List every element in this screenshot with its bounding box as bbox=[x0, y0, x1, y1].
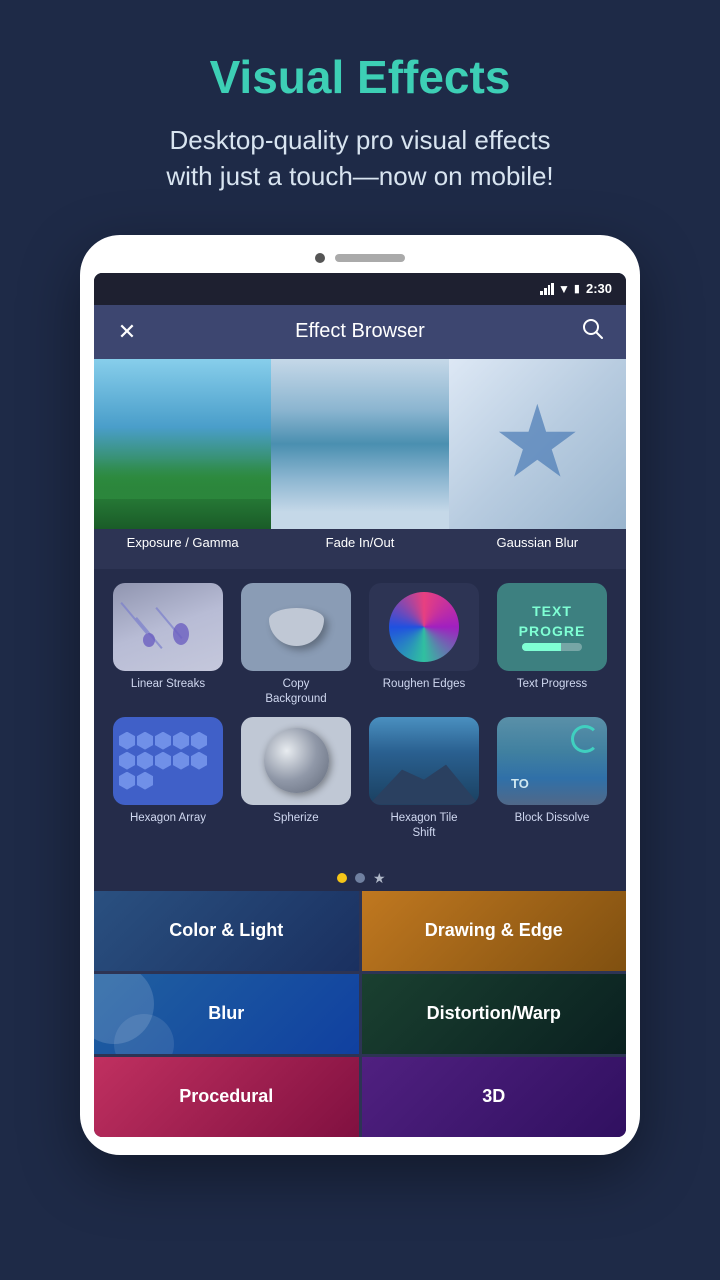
effect-spherize[interactable]: Spherize bbox=[237, 717, 355, 841]
effect-copy-background[interactable]: CopyBackground bbox=[237, 583, 355, 707]
signal-bar-3 bbox=[548, 285, 551, 295]
effect-label-spherize: Spherize bbox=[273, 811, 318, 826]
promo-section: Visual Effects Desktop-quality pro visua… bbox=[0, 0, 720, 225]
star-decoration bbox=[497, 404, 577, 484]
pagination-dots: ★ bbox=[94, 865, 626, 891]
category-grid: Color & Light Drawing & Edge Blur Distor… bbox=[94, 891, 626, 1137]
pagination-dot-1[interactable] bbox=[337, 873, 347, 883]
battery-icon: ▮ bbox=[574, 282, 580, 295]
header-title: Effect Browser bbox=[295, 320, 425, 343]
thumb-fade bbox=[271, 359, 448, 529]
status-icons: ▼ ▮ bbox=[540, 282, 580, 296]
effect-linear-streaks[interactable]: Linear Streaks bbox=[109, 583, 227, 707]
category-drawing-edge[interactable]: Drawing & Edge bbox=[362, 891, 627, 971]
effect-block-dissolve[interactable]: TO Block Dissolve bbox=[493, 717, 611, 841]
copy-shape bbox=[269, 608, 324, 646]
wifi-icon: ▼ bbox=[558, 282, 570, 296]
thumb-roughen-edges bbox=[369, 583, 479, 671]
effect-hexagon-array[interactable]: Hexagon Array bbox=[109, 717, 227, 841]
thumb-exposure bbox=[94, 359, 271, 529]
mountain-shape bbox=[369, 755, 479, 805]
effects-row-2: Hexagon Array Spherize bbox=[104, 717, 616, 841]
featured-item-exposure[interactable]: Exposure / Gamma bbox=[94, 359, 271, 569]
effect-roughen-edges[interactable]: Roughen Edges bbox=[365, 583, 483, 707]
thumb-block-dissolve: TO bbox=[497, 717, 607, 805]
category-label-blur: Blur bbox=[208, 1003, 244, 1024]
thumb-text-progress: TEXT PROGRE bbox=[497, 583, 607, 671]
thumb-hexagon-array bbox=[113, 717, 223, 805]
category-label-3d: 3D bbox=[482, 1086, 505, 1107]
signal-icon bbox=[540, 283, 554, 295]
featured-label-gaussian: Gaussian Blur bbox=[449, 529, 626, 554]
category-label-drawing-edge: Drawing & Edge bbox=[425, 920, 563, 941]
featured-item-gaussian[interactable]: Gaussian Blur bbox=[449, 359, 626, 569]
effect-label-hexagon-tile: Hexagon TileShift bbox=[390, 811, 457, 841]
speaker-bar bbox=[335, 254, 405, 262]
signal-bar-1 bbox=[540, 291, 543, 295]
time-display: 2:30 bbox=[586, 281, 612, 296]
category-color-light[interactable]: Color & Light bbox=[94, 891, 359, 971]
category-distortion[interactable]: Distortion/Warp bbox=[362, 974, 627, 1054]
roughen-circle bbox=[389, 592, 459, 662]
spiral-decoration bbox=[571, 725, 599, 753]
signal-bar-2 bbox=[544, 288, 547, 295]
effect-label-linear-streaks: Linear Streaks bbox=[131, 677, 205, 692]
pagination-dot-2[interactable] bbox=[355, 873, 365, 883]
close-icon[interactable]: ✕ bbox=[112, 319, 142, 345]
effects-grid-row1: Linear Streaks CopyBackground bbox=[94, 569, 626, 865]
category-label-color-light: Color & Light bbox=[169, 920, 283, 941]
effect-label-hexagon-array: Hexagon Array bbox=[130, 811, 206, 826]
thumb-gaussian bbox=[449, 359, 626, 529]
category-procedural[interactable]: Procedural bbox=[94, 1057, 359, 1137]
featured-label-exposure: Exposure / Gamma bbox=[94, 529, 271, 554]
app-header: ✕ Effect Browser bbox=[94, 305, 626, 359]
category-3d[interactable]: 3D bbox=[362, 1057, 627, 1137]
tp-fill bbox=[522, 643, 561, 651]
featured-item-fade[interactable]: Fade In/Out bbox=[271, 359, 448, 569]
camera-dot bbox=[315, 253, 325, 263]
thumb-hexagon-tile bbox=[369, 717, 479, 805]
featured-row: Exposure / Gamma Fade In/Out Gaussian Bl… bbox=[94, 359, 626, 569]
thumb-linear-streaks bbox=[113, 583, 223, 671]
promo-title: Visual Effects bbox=[210, 50, 511, 104]
category-blur[interactable]: Blur bbox=[94, 974, 359, 1054]
effect-label-roughen-edges: Roughen Edges bbox=[383, 677, 465, 692]
effect-text-progress[interactable]: TEXT PROGRE Text Progress bbox=[493, 583, 611, 707]
effects-row-1: Linear Streaks CopyBackground bbox=[104, 583, 616, 707]
tp-text-label: TEXT bbox=[532, 603, 572, 619]
phone-top bbox=[94, 253, 626, 263]
status-bar: ▼ ▮ 2:30 bbox=[94, 273, 626, 305]
thumb-copy-background bbox=[241, 583, 351, 671]
effect-label-copy-background: CopyBackground bbox=[265, 677, 326, 707]
phone-frame: ▼ ▮ 2:30 ✕ Effect Browser Exposure / Gam… bbox=[80, 235, 640, 1155]
pagination-dot-3[interactable]: ★ bbox=[373, 873, 383, 883]
effect-label-text-progress: Text Progress bbox=[517, 677, 587, 692]
thumb-spherize bbox=[241, 717, 351, 805]
signal-bar-4 bbox=[551, 283, 554, 295]
phone-screen: ▼ ▮ 2:30 ✕ Effect Browser Exposure / Gam… bbox=[94, 273, 626, 1137]
effect-label-block-dissolve: Block Dissolve bbox=[515, 811, 590, 826]
category-label-procedural: Procedural bbox=[179, 1086, 273, 1107]
bd-label: TO bbox=[511, 776, 529, 791]
search-icon[interactable] bbox=[578, 318, 608, 346]
tp-progre-label: PROGRE bbox=[519, 623, 586, 639]
effect-hexagon-tile[interactable]: Hexagon TileShift bbox=[365, 717, 483, 841]
sphere-ball bbox=[264, 728, 329, 793]
promo-subtitle: Desktop-quality pro visual effectswith j… bbox=[166, 122, 553, 195]
category-label-distortion: Distortion/Warp bbox=[427, 1003, 561, 1024]
featured-label-fade: Fade In/Out bbox=[271, 529, 448, 554]
tp-bar bbox=[522, 643, 582, 651]
